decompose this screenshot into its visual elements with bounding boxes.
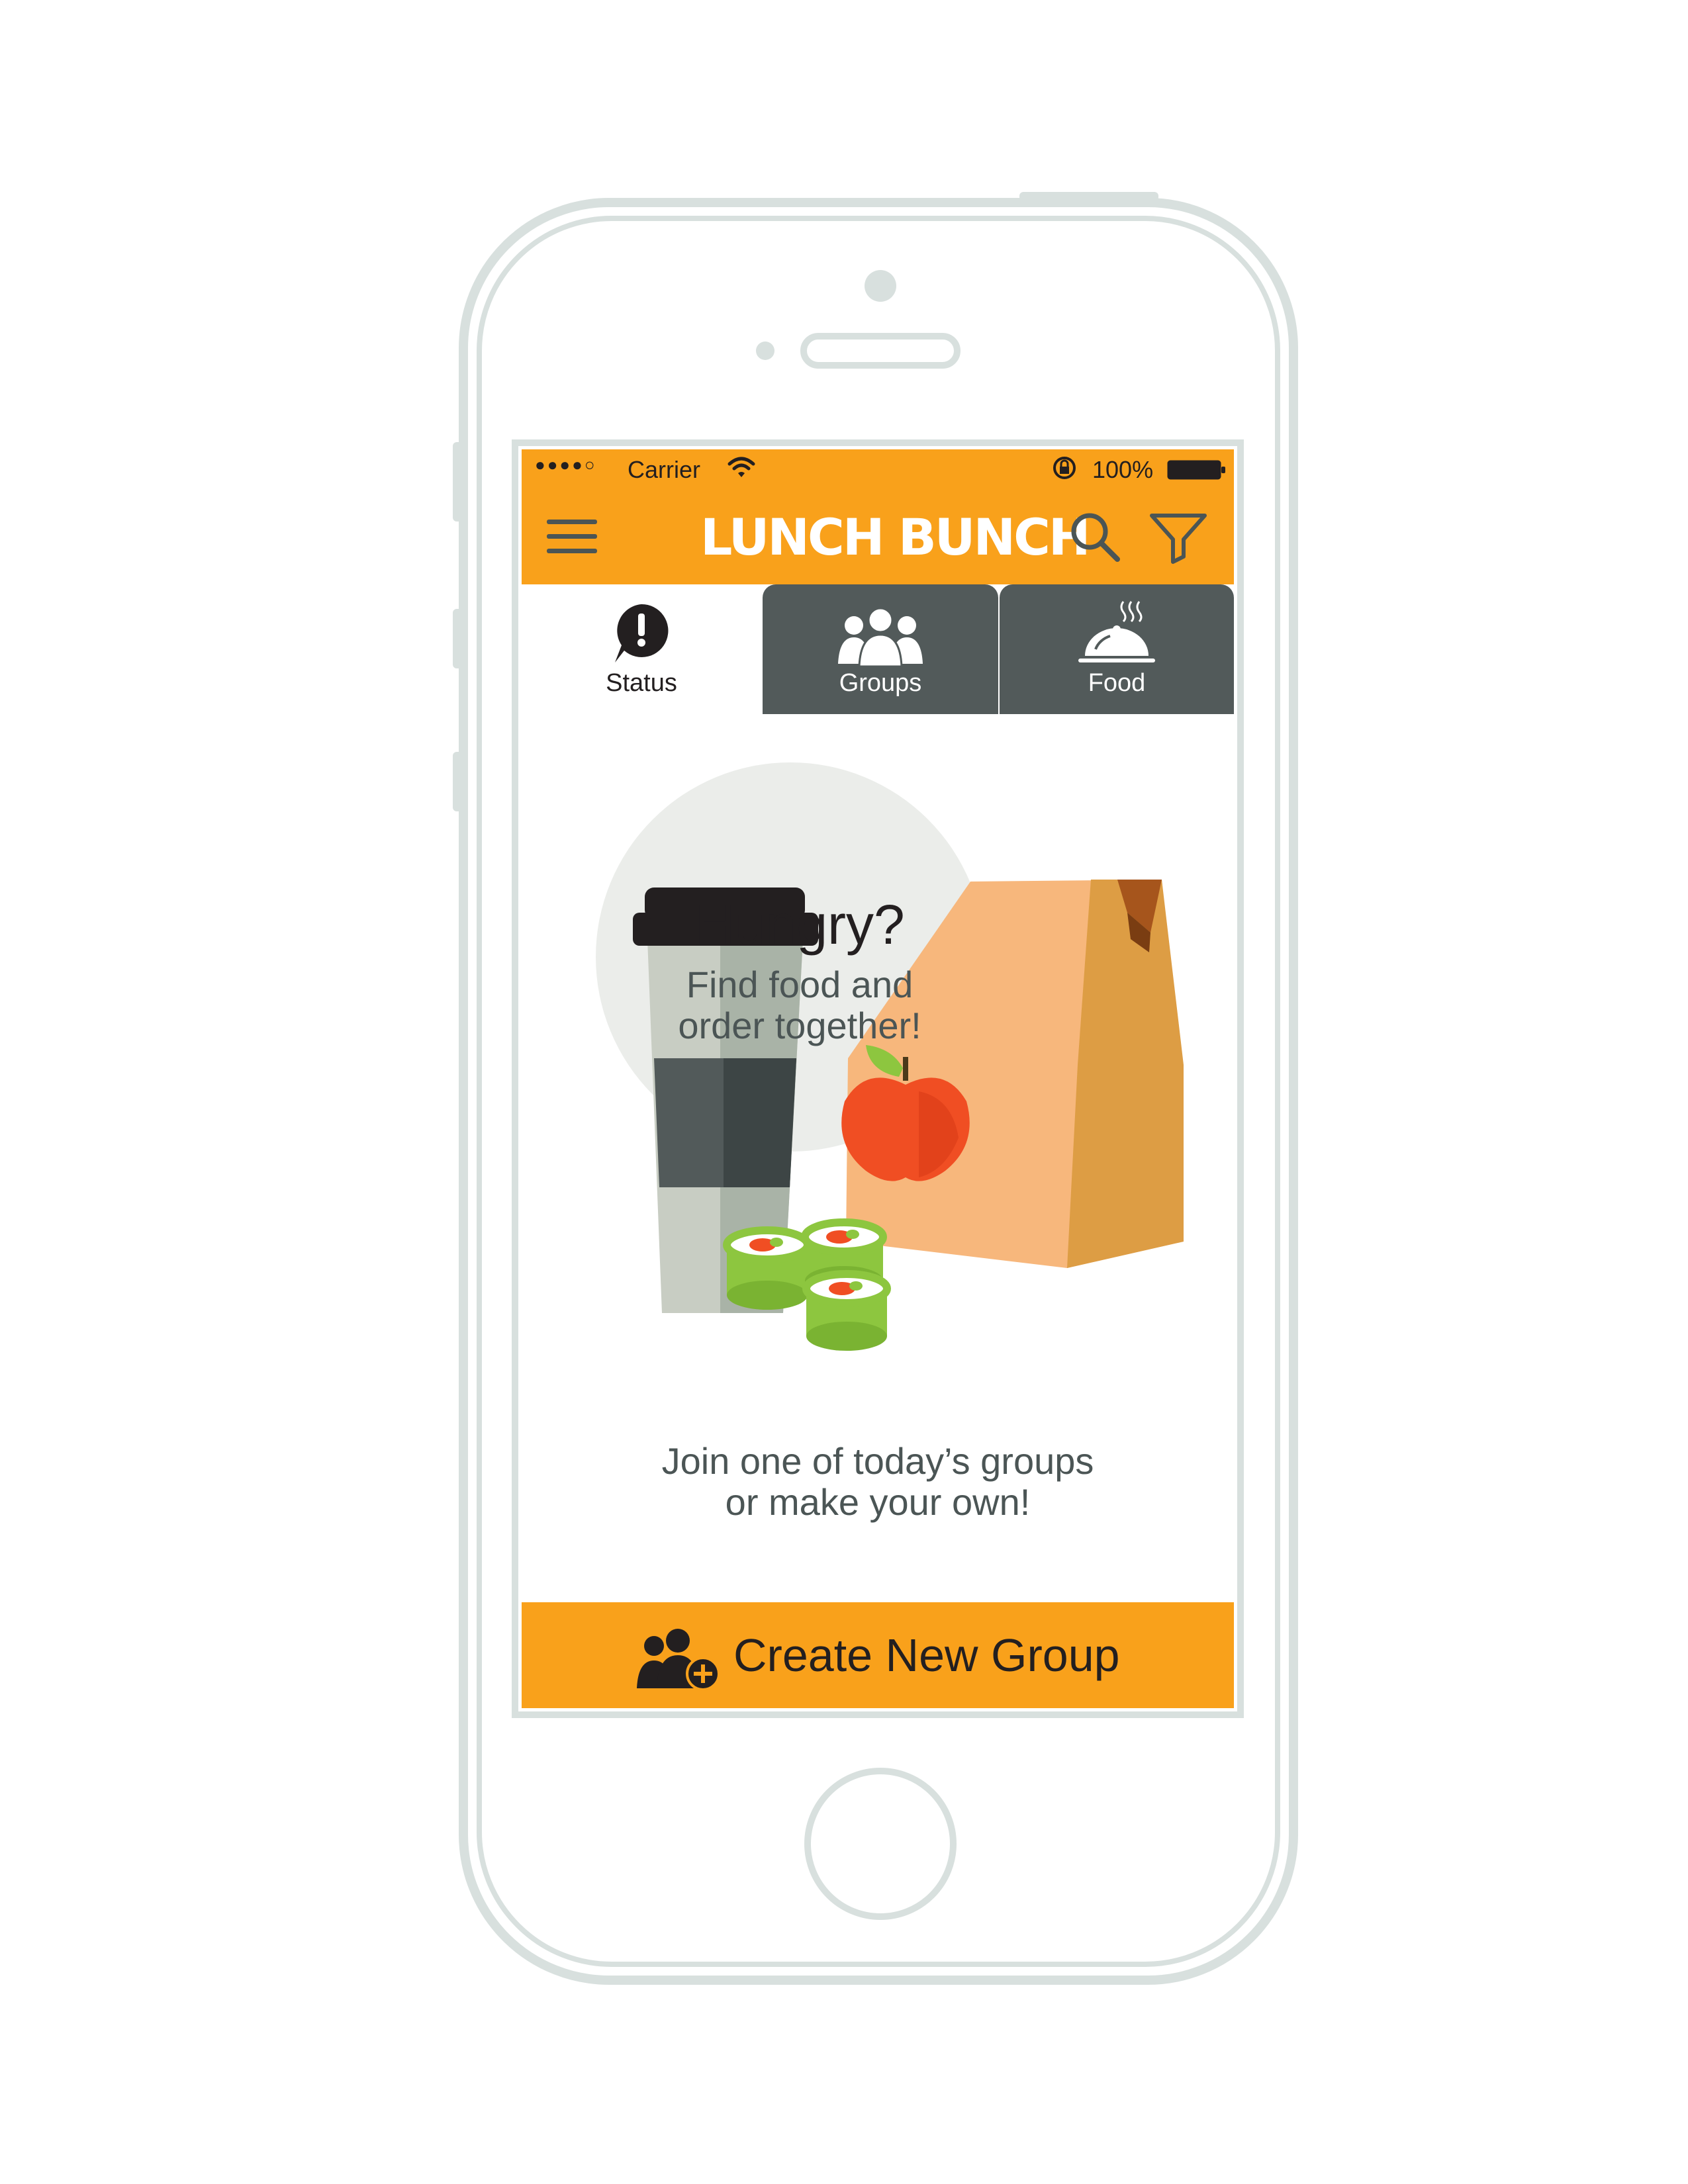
tab-groups[interactable]: Groups bbox=[763, 584, 998, 714]
add-group-icon bbox=[637, 1629, 720, 1691]
hero-subtitle: Find food and order together! bbox=[614, 964, 985, 1046]
join-prompt-line1: Join one of today’s groups bbox=[661, 1440, 1094, 1482]
sushi-roll-icon bbox=[802, 1270, 891, 1351]
signal-strength: ●●●●○ bbox=[535, 455, 597, 475]
serving-cloche-icon bbox=[1078, 601, 1155, 662]
filter-icon[interactable] bbox=[1148, 509, 1209, 565]
status-content: Hungry? Find food and order together! Jo… bbox=[522, 714, 1234, 1602]
carrier-name: Carrier bbox=[628, 456, 701, 483]
join-prompt: Join one of today’s groups or make your … bbox=[522, 1441, 1234, 1523]
join-prompt-line2: or make your own! bbox=[725, 1481, 1031, 1523]
exclamation-bubble-icon bbox=[615, 604, 669, 662]
hero-title: Hungry? bbox=[694, 893, 905, 956]
rotation-lock-icon bbox=[1053, 457, 1076, 479]
create-new-group-label: Create New Group bbox=[733, 1629, 1120, 1681]
tab-food[interactable]: Food bbox=[1000, 584, 1234, 714]
sushi-roll-icon bbox=[723, 1226, 812, 1310]
wifi-icon bbox=[727, 457, 755, 477]
lunch-illustration bbox=[596, 762, 1184, 1351]
battery-icon bbox=[1167, 460, 1225, 480]
battery-percent: 100% bbox=[1092, 456, 1154, 483]
people-icon bbox=[838, 607, 923, 668]
app-logo-title: LUNCH BUNCH bbox=[700, 508, 1091, 567]
tab-status-label: Status bbox=[606, 669, 677, 697]
hamburger-icon[interactable] bbox=[544, 509, 600, 565]
hero-subtitle-line1: Find food and bbox=[686, 964, 914, 1005]
hero-subtitle-line2: order together! bbox=[678, 1005, 921, 1046]
app-screen: ●●●●○ Carrier 100% LUNCH BUNCH Status Gr… bbox=[522, 449, 1234, 1708]
tab-bar: Status Groups Food bbox=[522, 584, 1234, 714]
search-icon[interactable] bbox=[1067, 509, 1123, 565]
create-new-group-button[interactable]: Create New Group bbox=[522, 1602, 1234, 1708]
tab-status[interactable]: Status bbox=[522, 584, 761, 714]
status-bar: ●●●●○ Carrier 100% bbox=[522, 449, 1234, 489]
tab-food-label: Food bbox=[1088, 669, 1146, 697]
top-navigation-bar: LUNCH BUNCH bbox=[522, 489, 1234, 584]
tab-groups-label: Groups bbox=[839, 669, 922, 697]
